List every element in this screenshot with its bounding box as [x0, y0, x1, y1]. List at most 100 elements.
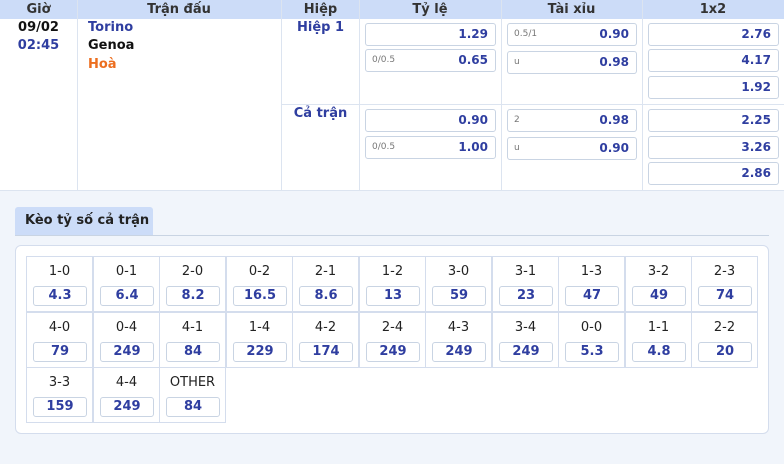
header-overunder: Tài xỉu [547, 2, 596, 17]
score-odds-button[interactable]: 84 [166, 342, 220, 362]
odds-value: 0.98 [599, 55, 629, 69]
score-cell: 2-2 20 [691, 312, 758, 368]
score-cell: 0-1 6.4 [93, 256, 160, 312]
handicap-odds-button[interactable]: 0/0.5 1.00 [365, 136, 496, 159]
divider [0, 190, 784, 191]
score-cell: 4-2 174 [292, 312, 359, 368]
overunder-odds-button[interactable]: u 0.98 [507, 51, 637, 74]
score-cell: 0-0 5.3 [558, 312, 625, 368]
handicap-odds-button[interactable]: 0.90 [365, 109, 496, 132]
score-label: 0-0 [580, 320, 603, 335]
score-cell: 3-0 59 [425, 256, 492, 312]
tab-correct-score[interactable]: Kèo tỷ số cả trận [15, 207, 153, 235]
score-odds-button[interactable]: 159 [33, 397, 87, 417]
odds-value: 2.76 [741, 27, 771, 41]
score-odds-button[interactable]: 249 [432, 342, 486, 362]
score-label: 4-1 [181, 320, 204, 335]
score-label: 2-2 [713, 320, 736, 335]
divider [642, 0, 643, 191]
score-odds-button[interactable]: 47 [565, 286, 619, 306]
score-odds-button[interactable]: 249 [100, 342, 154, 362]
handicap-line: 0/0.5 [372, 142, 396, 152]
overunder-odds-button[interactable]: 0.5/1 0.90 [507, 23, 637, 46]
1x2-odds-button[interactable]: 2.76 [648, 23, 779, 46]
score-label: 1-1 [647, 320, 670, 335]
score-odds-button[interactable]: 49 [632, 286, 686, 306]
score-cell: 3-2 49 [625, 256, 692, 312]
score-odds-button[interactable]: 5.3 [565, 342, 619, 362]
score-label: OTHER [169, 375, 216, 390]
score-odds-button[interactable]: 16.5 [233, 286, 287, 306]
handicap-odds-button[interactable]: 1.29 [365, 23, 496, 46]
header-time: Giờ [26, 2, 51, 17]
score-odds-button[interactable]: 249 [499, 342, 553, 362]
score-label: 4-4 [115, 375, 138, 390]
score-cell: 1-3 47 [558, 256, 625, 312]
odds-value: 0.90 [599, 27, 629, 41]
score-odds-button[interactable]: 8.2 [166, 286, 220, 306]
overunder-odds-button[interactable]: 2 0.98 [507, 109, 637, 132]
score-label: 2-1 [314, 264, 337, 279]
score-label: 0-2 [248, 264, 271, 279]
draw-label: Hoà [88, 57, 117, 72]
1x2-odds-button[interactable]: 2.25 [648, 109, 779, 132]
score-odds-button[interactable]: 74 [698, 286, 752, 306]
overunder-line: 0.5/1 [514, 29, 538, 39]
score-odds-button[interactable]: 8.6 [299, 286, 353, 306]
score-odds-button[interactable]: 4.8 [632, 342, 686, 362]
score-cell: 4-1 84 [159, 312, 226, 368]
score-label: 3-3 [48, 375, 71, 390]
1x2-odds-button[interactable]: 1.92 [648, 76, 779, 99]
handicap-odds-button[interactable]: 0/0.5 0.65 [365, 49, 496, 72]
odds-value: 0.98 [599, 113, 629, 127]
divider [15, 235, 769, 236]
odds-value: 4.17 [741, 53, 771, 67]
1x2-odds-button[interactable]: 3.26 [648, 136, 779, 159]
score-odds-button[interactable]: 13 [366, 286, 420, 306]
score-odds-button[interactable]: 20 [698, 342, 752, 362]
score-odds-button[interactable]: 59 [432, 286, 486, 306]
odds-value: 0.90 [599, 141, 629, 155]
score-label: 3-4 [514, 320, 537, 335]
score-odds-button[interactable]: 84 [166, 397, 220, 417]
away-team[interactable]: Genoa [88, 38, 134, 53]
1x2-odds-button[interactable]: 2.86 [648, 162, 779, 185]
score-cell: 3-1 23 [492, 256, 559, 312]
home-team[interactable]: Torino [88, 20, 133, 35]
score-label: 3-2 [647, 264, 670, 279]
overunder-line: u [514, 57, 520, 67]
odds-value: 0.90 [458, 113, 488, 127]
score-odds-button[interactable]: 174 [299, 342, 353, 362]
score-cell: 2-0 8.2 [159, 256, 226, 312]
period-label: Hiệp 1 [296, 20, 345, 35]
score-odds-button[interactable]: 249 [100, 397, 154, 417]
score-label: 3-1 [514, 264, 537, 279]
score-odds-button[interactable]: 249 [366, 342, 420, 362]
odds-value: 2.86 [741, 166, 771, 180]
score-cell: 0-4 249 [93, 312, 160, 368]
score-odds-button[interactable]: 4.3 [33, 286, 87, 306]
score-cell: 0-2 16.5 [226, 256, 293, 312]
score-odds-button[interactable]: 79 [33, 342, 87, 362]
odds-table: Giờ Trận đấu Hiệp Tỷ lệ Tài xỉu 1x2 09/0… [0, 0, 784, 191]
score-cell: 2-4 249 [359, 312, 426, 368]
match-date: 09/02 [18, 20, 59, 35]
score-label: 4-3 [447, 320, 470, 335]
odds-value: 2.25 [741, 113, 771, 127]
score-label: 1-0 [48, 264, 71, 279]
score-cell: 1-2 13 [359, 256, 426, 312]
score-odds-button[interactable]: 23 [499, 286, 553, 306]
score-cell: 1-0 4.3 [26, 256, 93, 312]
table-header: Giờ Trận đấu Hiệp Tỷ lệ Tài xỉu 1x2 [0, 0, 784, 19]
score-odds-button[interactable]: 229 [233, 342, 287, 362]
score-odds-button[interactable]: 6.4 [100, 286, 154, 306]
score-cell: 4-3 249 [425, 312, 492, 368]
1x2-odds-button[interactable]: 4.17 [648, 49, 779, 72]
divider [501, 0, 502, 191]
score-label: 2-3 [713, 264, 736, 279]
overunder-odds-button[interactable]: u 0.90 [507, 137, 637, 160]
score-cell: OTHER 84 [159, 367, 226, 423]
header-period: Hiệp [303, 2, 338, 17]
divider [359, 0, 360, 191]
divider [282, 104, 784, 105]
